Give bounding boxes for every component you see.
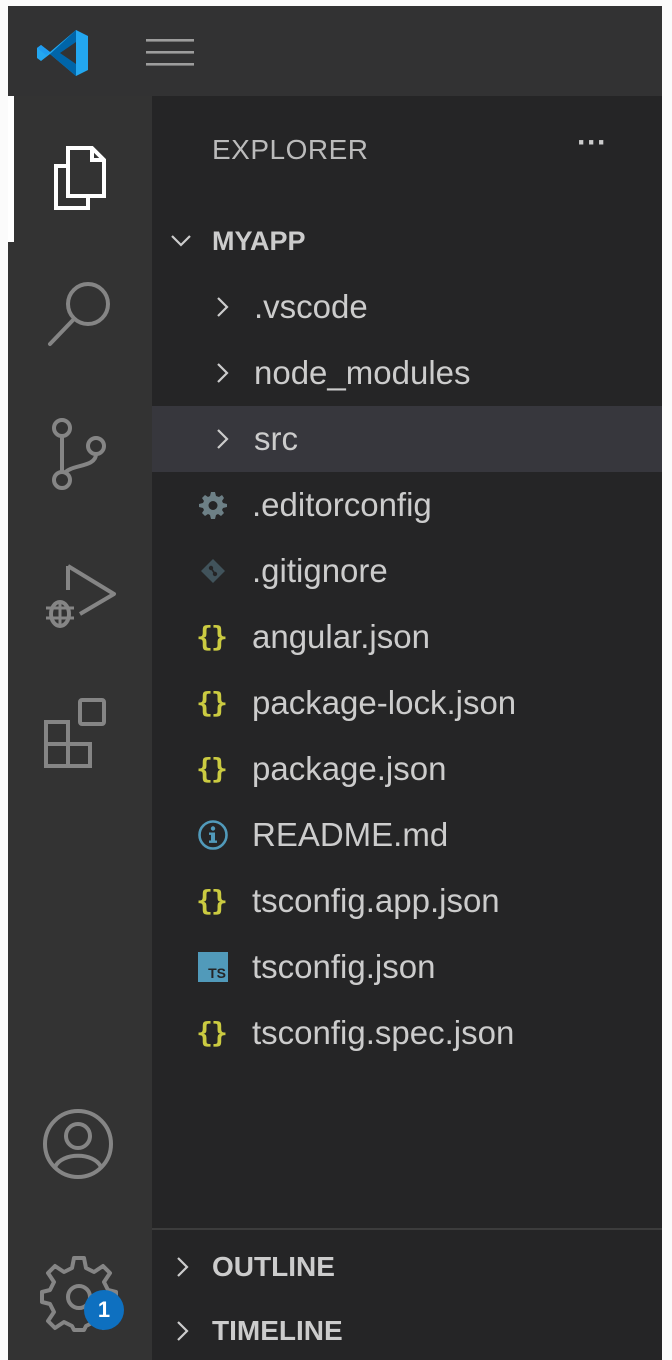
ts-glyph: TS	[198, 952, 228, 982]
json-icon: {}	[196, 883, 228, 917]
root-folder-label: MYAPP	[212, 225, 306, 256]
chevron-right-icon	[177, 1257, 189, 1277]
tree-item-label: tsconfig.json	[252, 948, 436, 985]
info-icon	[194, 816, 232, 854]
tree-file-tsconfig-app-json[interactable]: {} tsconfig.app.json	[152, 868, 662, 934]
gear-icon	[194, 486, 232, 524]
source-control-icon	[52, 418, 106, 490]
tree-file-readme[interactable]: README.md	[152, 802, 662, 868]
title-bar	[8, 6, 662, 96]
account-icon	[43, 1109, 113, 1179]
tree-item-label: package-lock.json	[252, 684, 517, 721]
panel-divider	[152, 1228, 662, 1230]
panel-label: TIMELINE	[212, 1315, 343, 1346]
git-icon	[194, 552, 232, 590]
json-icon: {}	[196, 685, 228, 719]
chevron-right-icon	[177, 1321, 189, 1341]
vscode-logo-icon	[37, 30, 88, 76]
chevron-right-icon	[217, 429, 229, 449]
hamburger-menu-icon[interactable]	[144, 36, 196, 70]
tree-folder-vscode[interactable]: .vscode	[152, 274, 662, 340]
json-icon: {}	[196, 1015, 228, 1049]
chevron-down-icon	[171, 235, 191, 247]
tree-item-label: tsconfig.spec.json	[252, 1014, 515, 1051]
tree-folder-node-modules[interactable]: node_modules	[152, 340, 662, 406]
tree-item-label: .gitignore	[252, 552, 388, 589]
tree-item-label: .vscode	[254, 288, 368, 325]
activity-run-debug[interactable]	[8, 536, 152, 636]
typescript-icon: TS	[194, 948, 232, 986]
explorer-sidebar: EXPLORER ··· MYAPP .vscode node_modules	[152, 96, 662, 1360]
panel-label: OUTLINE	[212, 1251, 335, 1282]
tree-folder-src[interactable]: src	[152, 406, 662, 472]
chevron-right-icon	[217, 363, 229, 383]
panel-outline[interactable]: OUTLINE	[152, 1236, 662, 1298]
run-debug-icon	[46, 564, 116, 628]
activity-extensions[interactable]	[8, 674, 152, 774]
notification-badge: 1	[84, 1290, 124, 1330]
tree-file-package-json[interactable]: {} package.json	[152, 736, 662, 802]
tree-file-tsconfig-spec-json[interactable]: {} tsconfig.spec.json	[152, 1000, 662, 1066]
activity-accounts[interactable]	[8, 1086, 152, 1186]
activity-explorer[interactable]	[8, 118, 152, 218]
json-icon: {}	[196, 619, 228, 653]
vscode-window: 1 EXPLORER ··· MYAPP .vscode node_module…	[8, 6, 662, 1360]
json-icon: {}	[196, 751, 228, 785]
tree-item-label: README.md	[252, 816, 449, 853]
activity-source-control[interactable]	[8, 396, 152, 496]
tree-file-package-lock-json[interactable]: {} package-lock.json	[152, 670, 662, 736]
tree-item-label: .editorconfig	[252, 486, 432, 523]
files-icon	[54, 146, 106, 210]
panel-timeline[interactable]: TIMELINE	[152, 1300, 662, 1360]
tree-file-gitignore[interactable]: .gitignore	[152, 538, 662, 604]
tree-file-tsconfig-json[interactable]: TS tsconfig.json	[152, 934, 662, 1000]
activity-bar: 1	[8, 96, 152, 1360]
extensions-icon	[44, 698, 106, 768]
explorer-title: EXPLORER	[212, 134, 369, 165]
activity-search[interactable]	[8, 256, 152, 356]
more-actions-button[interactable]: ···	[568, 128, 616, 164]
tree-item-label: node_modules	[254, 354, 471, 391]
search-icon	[48, 282, 110, 346]
activity-manage[interactable]: 1	[8, 1234, 152, 1334]
tree-root-myapp[interactable]: MYAPP	[152, 208, 662, 274]
tree-item-label: package.json	[252, 750, 447, 787]
tree-item-label: tsconfig.app.json	[252, 882, 500, 919]
chevron-right-icon	[217, 297, 229, 317]
tree-file-editorconfig[interactable]: .editorconfig	[152, 472, 662, 538]
tree-item-label: angular.json	[252, 618, 430, 655]
tree-file-angular-json[interactable]: {} angular.json	[152, 604, 662, 670]
tree-item-label: src	[254, 420, 298, 457]
